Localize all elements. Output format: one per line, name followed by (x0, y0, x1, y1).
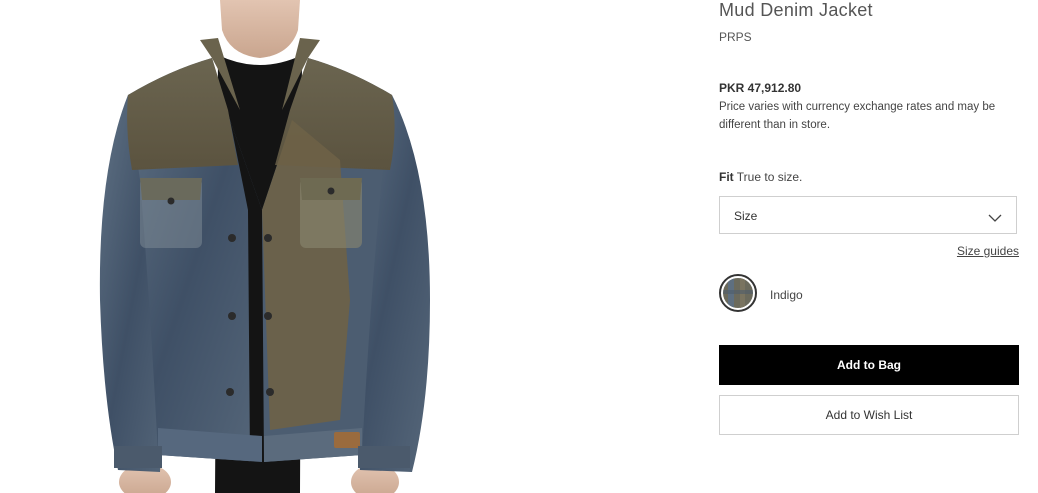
size-dropdown[interactable]: Size (719, 196, 1017, 234)
color-name: Indigo (770, 288, 803, 302)
price-note: Price varies with currency exchange rate… (719, 101, 996, 131)
chevron-down-icon (988, 210, 1002, 228)
size-guides-link[interactable]: Size guides (957, 244, 1019, 258)
add-to-bag-button[interactable]: Add to Bag (719, 345, 1019, 385)
product-price: PKR 47,912.80 (719, 81, 802, 95)
product-image[interactable] (0, 0, 560, 493)
indigo-swatch-icon (723, 278, 753, 308)
fit-label: Fit (719, 170, 734, 184)
size-dropdown-label: Size (734, 209, 758, 223)
product-brand[interactable]: PRPS (719, 30, 752, 44)
product-title: Mud Denim Jacket (719, 0, 873, 20)
add-to-wishlist-button[interactable]: Add to Wish List (719, 395, 1019, 435)
fit-value: True to size. (736, 170, 803, 184)
fit-info: Fit True to size. (719, 170, 802, 184)
color-swatch-indigo[interactable] (719, 274, 757, 312)
